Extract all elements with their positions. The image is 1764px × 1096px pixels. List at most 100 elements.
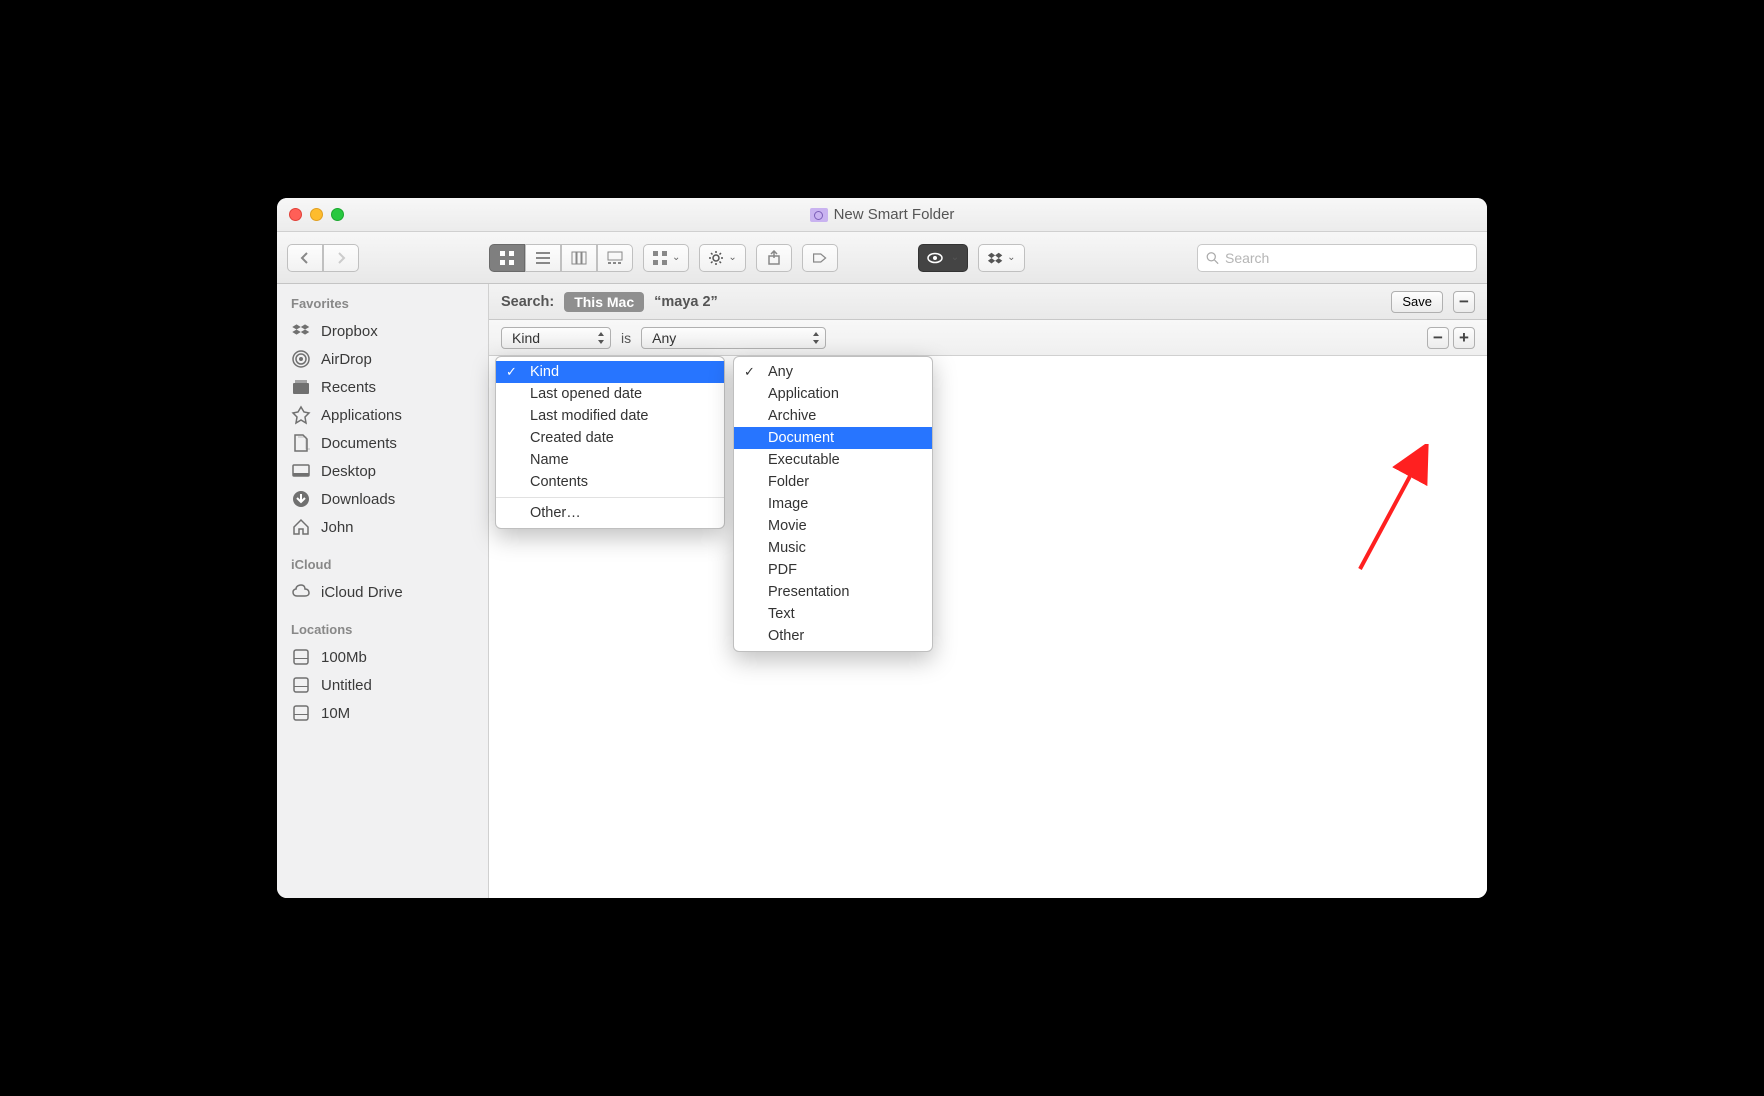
kind-menu: ✓Any Application Archive Document Execut… [733,356,933,652]
sidebar-item-label: Documents [321,435,397,452]
criteria-value-popup[interactable]: Any [641,327,826,349]
forward-button[interactable] [323,244,359,272]
recents-icon [291,377,311,397]
downloads-icon [291,489,311,509]
menu-item-folder[interactable]: Folder [734,471,932,493]
view-gallery-button[interactable] [597,244,633,272]
menu-item-lastmodified[interactable]: Last modified date [496,405,724,427]
menu-item-lastopened[interactable]: Last opened date [496,383,724,405]
share-button[interactable] [756,244,792,272]
main-content: Search: This Mac “maya 2” Save − Kind is… [489,284,1487,898]
sidebar-item-dropbox[interactable]: Dropbox [277,317,488,345]
action-button[interactable]: ⌄ [699,244,745,272]
sidebar-item-label: AirDrop [321,351,372,368]
sidebar-item-disk2[interactable]: Untitled [277,671,488,699]
menu-item-presentation[interactable]: Presentation [734,581,932,603]
zoom-button[interactable] [331,208,344,221]
sidebar-item-label: Recents [321,379,376,396]
dropbox-toolbar-button[interactable]: ⌄ [978,244,1024,272]
sidebar-item-documents[interactable]: Documents [277,429,488,457]
back-button[interactable] [287,244,323,272]
sidebar-item-desktop[interactable]: Desktop [277,457,488,485]
sidebar-item-airdrop[interactable]: AirDrop [277,345,488,373]
sidebar-item-home[interactable]: John [277,513,488,541]
sidebar-item-icloud[interactable]: iCloud Drive [277,578,488,606]
remove-search-button[interactable]: − [1453,291,1475,313]
view-list-button[interactable] [525,244,561,272]
view-column-button[interactable] [561,244,597,272]
icloud-icon [291,582,311,602]
sidebar-item-label: Applications [321,407,402,424]
finder-window: New Smart Folder [277,198,1487,898]
menu-item-other[interactable]: Other… [496,502,724,524]
smart-folder-icon [810,208,828,222]
sidebar-item-disk3[interactable]: 10M [277,699,488,727]
disk-icon [291,703,311,723]
menu-item-any[interactable]: ✓Any [734,361,932,383]
menu-item-application[interactable]: Application [734,383,932,405]
sidebar-header-locations: Locations [277,620,488,643]
sidebar-item-applications[interactable]: Applications [277,401,488,429]
sidebar-item-label: 100Mb [321,649,367,666]
menu-item-image[interactable]: Image [734,493,932,515]
tags-button[interactable] [802,244,838,272]
menu-item-other-kind[interactable]: Other [734,625,932,647]
sidebar-item-label: Downloads [321,491,395,508]
sidebar-item-label: John [321,519,354,536]
menu-item-name[interactable]: Name [496,449,724,471]
home-icon [291,517,311,537]
menu-item-archive[interactable]: Archive [734,405,932,427]
criteria-attribute-popup[interactable]: Kind [501,327,611,349]
desktop-icon [291,461,311,481]
dropbox-icon [291,321,311,341]
criteria-relation: is [621,330,631,346]
sidebar-item-recents[interactable]: Recents [277,373,488,401]
menu-item-kind[interactable]: ✓Kind [496,361,724,383]
menu-item-contents[interactable]: Contents [496,471,724,493]
applications-icon [291,405,311,425]
documents-icon [291,433,311,453]
minimize-button[interactable] [310,208,323,221]
menu-item-movie[interactable]: Movie [734,515,932,537]
search-container[interactable] [1197,244,1477,272]
menu-item-executable[interactable]: Executable [734,449,932,471]
title-wrap: New Smart Folder [810,206,955,223]
search-icon [1206,251,1219,265]
menu-item-pdf[interactable]: PDF [734,559,932,581]
groupby-button[interactable]: ⌄ [643,244,689,272]
sidebar-item-downloads[interactable]: Downloads [277,485,488,513]
menu-item-text[interactable]: Text [734,603,932,625]
scope-folder[interactable]: “maya 2” [654,294,718,310]
sidebar-item-disk1[interactable]: 100Mb [277,643,488,671]
scope-this-mac[interactable]: This Mac [564,292,644,312]
search-input[interactable] [1225,250,1468,266]
menu-item-music[interactable]: Music [734,537,932,559]
red-arrow-annotation [1345,444,1435,574]
sidebar-item-label: iCloud Drive [321,584,403,601]
close-button[interactable] [289,208,302,221]
add-criteria-button[interactable]: + [1453,327,1475,349]
sidebar-item-label: Dropbox [321,323,378,340]
toolbar: ⌄ ⌄ ⌄ ⌄ [277,232,1487,284]
menu-item-createddate[interactable]: Created date [496,427,724,449]
attribute-menu: ✓Kind Last opened date Last modified dat… [495,356,725,529]
sidebar-header-favorites: Favorites [277,294,488,317]
view-icon-button[interactable] [489,244,525,272]
search-scope-bar: Search: This Mac “maya 2” Save − [489,284,1487,320]
disk-icon [291,675,311,695]
save-button[interactable]: Save [1391,291,1443,313]
criteria-row: Kind is Any − + [489,320,1487,356]
sidebar-item-label: Desktop [321,463,376,480]
titlebar: New Smart Folder [277,198,1487,232]
sidebar: Favorites Dropbox AirDrop Recents Applic… [277,284,489,898]
sidebar-header-icloud: iCloud [277,555,488,578]
sidebar-item-label: 10M [321,705,350,722]
traffic-lights [289,208,344,221]
airdrop-icon [291,349,311,369]
sidebar-item-label: Untitled [321,677,372,694]
disk-icon [291,647,311,667]
window-title: New Smart Folder [834,206,955,223]
menu-item-document[interactable]: Document [734,427,932,449]
remove-criteria-button[interactable]: − [1427,327,1449,349]
privacy-button[interactable]: ⌄ [918,244,968,272]
